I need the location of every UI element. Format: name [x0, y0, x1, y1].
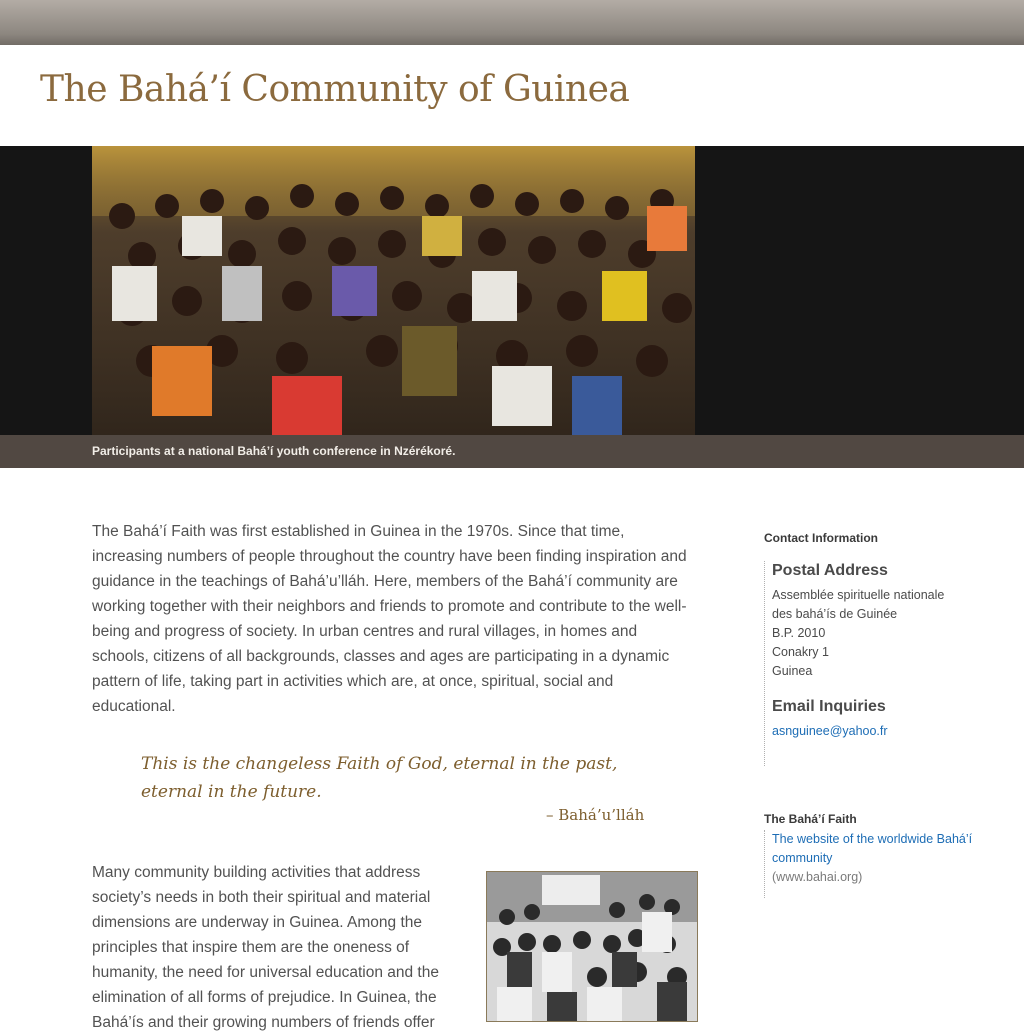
postal-line: B.P. 2010	[772, 626, 826, 640]
site-title[interactable]: The Bahá’í Community of Guinea	[40, 69, 630, 110]
bahai-website-link[interactable]: The website of the worldwide Bahá’í comm…	[772, 830, 992, 868]
email-heading: Email Inquiries	[772, 698, 886, 715]
group-photo	[486, 871, 698, 1022]
crowd-photo-illustration	[92, 146, 695, 435]
group-photo-illustration	[487, 872, 697, 1021]
body-paragraph-2: Many community building activities that …	[92, 864, 439, 1031]
intro-paragraph: The Bahá’í Faith was first established i…	[92, 523, 687, 715]
postal-line: Guinea	[772, 664, 813, 678]
hero-caption: Participants at a national Bahá’í youth …	[92, 444, 456, 458]
pull-quote: This is the changeless Faith of God, ete…	[141, 754, 618, 802]
bahai-faith-block: The website of the worldwide Bahá’í comm…	[764, 830, 992, 898]
postal-line: Conakry 1	[772, 645, 829, 659]
email-link[interactable]: asnguinee@yahoo.fr	[772, 722, 944, 741]
top-banner	[0, 0, 1024, 45]
hero-banner	[0, 146, 1024, 435]
contact-block: Postal Address Assemblée spirituelle nat…	[764, 561, 944, 766]
youth-conference-photo	[92, 146, 695, 435]
quote-attribution: – Bahá’u’lláh	[546, 806, 645, 824]
hero-caption-bar: Participants at a national Bahá’í youth …	[0, 435, 1024, 468]
bahai-website-url: (www.bahai.org)	[772, 870, 863, 884]
bahai-faith-heading: The Bahá’í Faith	[764, 812, 857, 826]
postal-line: des bahá’ís de Guinée	[772, 607, 898, 621]
postal-address: Assemblée spirituelle nationale des bahá…	[772, 586, 944, 681]
postal-line: Assemblée spirituelle nationale	[772, 588, 945, 602]
contact-heading: Contact Information	[764, 531, 878, 545]
postal-address-heading: Postal Address	[772, 562, 888, 579]
header: The Bahá’í Community of Guinea	[0, 45, 1024, 146]
